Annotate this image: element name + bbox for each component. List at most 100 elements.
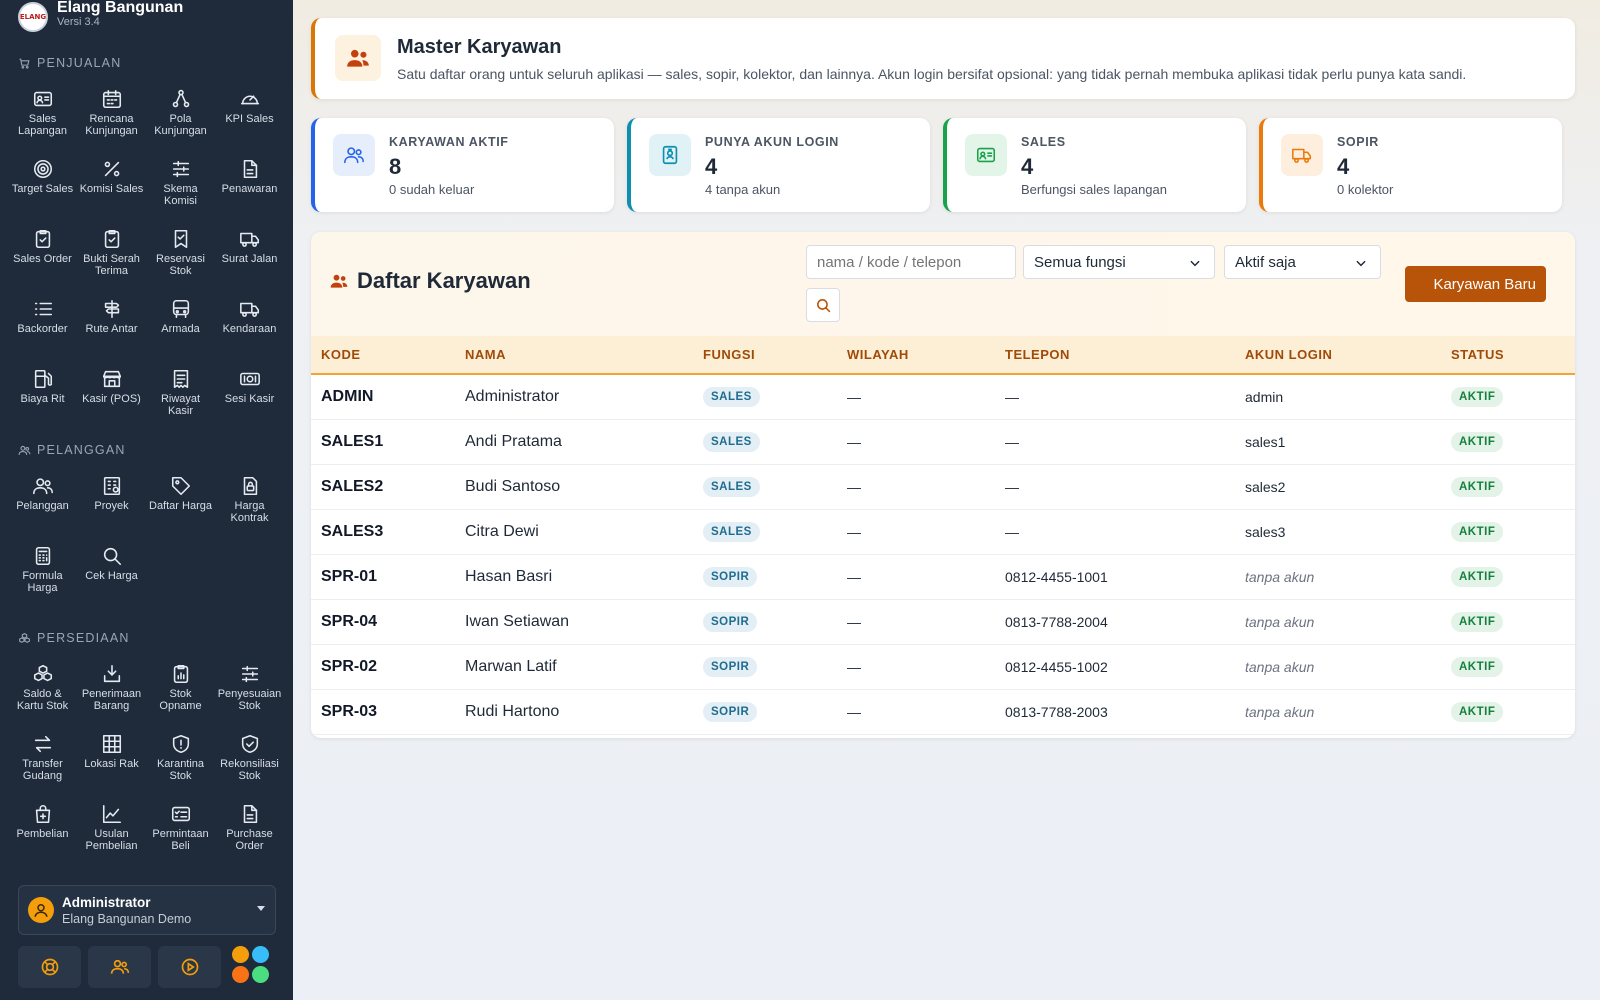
document-icon — [243, 159, 257, 179]
status-badge: AKTIF — [1451, 431, 1504, 452]
theme-dot[interactable] — [252, 946, 269, 963]
column-header-nama[interactable]: NAMA — [455, 336, 693, 374]
sidebar-item-komisi-sales[interactable]: Komisi Sales — [77, 152, 146, 222]
sidebar-item-saldo-kartu-stok[interactable]: Saldo & Kartu Stok — [8, 657, 77, 727]
sidebar-item-daftar-harga[interactable]: Daftar Harga — [146, 469, 215, 539]
sidebar-item-armada[interactable]: Armada — [146, 292, 215, 362]
sidebar-item-cek-harga[interactable]: Cek Harga — [77, 539, 146, 609]
sidebar-item-biaya-rit[interactable]: Biaya Rit — [8, 362, 77, 432]
sidebar-item-pola-kunjungan[interactable]: Pola Kunjungan — [146, 82, 215, 152]
cell-akun-login: sales1 — [1235, 419, 1441, 464]
sidebar-item-sales-lapangan[interactable]: Sales Lapangan — [8, 82, 77, 152]
sidebar-item-proyek[interactable]: Proyek — [77, 469, 146, 539]
sidebar-item-transfer-gudang[interactable]: Transfer Gudang — [8, 727, 77, 797]
tag-icon — [171, 476, 190, 496]
sidebar-item-reservasi-stok[interactable]: Reservasi Stok — [146, 222, 215, 292]
chevron-down-icon — [1190, 260, 1200, 267]
sidebar-item-label: Sales Order — [13, 253, 72, 265]
sidebar-item-harga-kontrak[interactable]: Harga Kontrak — [215, 469, 284, 539]
theme-dot[interactable] — [232, 966, 249, 983]
table-row[interactable]: SALES2 Budi Santoso SALES — — sales2 AKTIF — [311, 464, 1575, 509]
target-icon — [33, 159, 52, 179]
stat-card-sales: SALES 4 Berfungsi sales lapangan — [943, 118, 1246, 212]
sidebar-item-riwayat-kasir[interactable]: Riwayat Kasir — [146, 362, 215, 432]
users-icon — [32, 478, 53, 495]
sidebar-item-bukti-serah-terima[interactable]: Bukti Serah Terima — [77, 222, 146, 292]
column-header-fungsi[interactable]: FUNGSI — [693, 336, 837, 374]
table-row[interactable]: SALES3 Citra Dewi SALES — — sales3 AKTIF — [311, 509, 1575, 554]
filter-fungsi-select[interactable]: Semua fungsi — [1023, 245, 1215, 279]
sidebar-item-penawaran[interactable]: Penawaran — [215, 152, 284, 222]
sidebar-item-usulan-pembelian[interactable]: Usulan Pembelian — [77, 797, 146, 867]
sidebar-item-skema-komisi[interactable]: Skema Komisi — [146, 152, 215, 222]
theme-picker[interactable] — [230, 946, 274, 988]
list-icon — [34, 302, 52, 316]
cell-fungsi: SALES — [693, 509, 837, 554]
building-icon — [103, 476, 120, 496]
cell-kode: SALES1 — [321, 432, 384, 450]
table-row[interactable]: SPR-02 Marwan Latif SOPIR — 0812-4455-1002 ta… — [311, 644, 1575, 689]
search-button[interactable] — [806, 288, 840, 322]
sidebar-item-rekonsiliasi-stok[interactable]: Rekonsiliasi Stok — [215, 727, 284, 797]
sidebar-item-pembelian[interactable]: Pembelian — [8, 797, 77, 867]
status-badge: AKTIF — [1451, 701, 1504, 722]
sidebar-item-purchase-order[interactable]: Purchase Order — [215, 797, 284, 867]
fuel-icon — [34, 369, 52, 389]
sidebar-item-penyesuaian-stok[interactable]: Penyesuaian Stok — [215, 657, 284, 727]
filter-status-select[interactable]: Aktif saja — [1224, 245, 1381, 279]
sidebar-item-permintaan-beli[interactable]: Permintaan Beli — [146, 797, 215, 867]
sidebar-item-surat-jalan[interactable]: Surat Jalan — [215, 222, 284, 292]
table-row[interactable]: SPR-01 Hasan Basri SOPIR — 0812-4455-1001 tan… — [311, 554, 1575, 599]
column-header-telepon[interactable]: TELEPON — [995, 336, 1235, 374]
akun-login-value: sales1 — [1245, 433, 1286, 450]
sidebar-item-pelanggan[interactable]: Pelanggan — [8, 469, 77, 539]
sidebar-item-kpi-sales[interactable]: KPI Sales — [215, 82, 284, 152]
help-button[interactable] — [18, 946, 81, 988]
table-row[interactable]: SPR-03 Rudi Hartono SOPIR — 0813-7788-2003 ta… — [311, 689, 1575, 734]
sidebar-item-backorder[interactable]: Backorder — [8, 292, 77, 362]
fungsi-badge: SALES — [703, 431, 760, 452]
stat-subtext: 0 kolektor — [1337, 182, 1394, 197]
column-header-kode[interactable]: KODE — [311, 336, 455, 374]
column-header-akun-login[interactable]: AKUN LOGIN — [1235, 336, 1441, 374]
sidebar-item-stok-opname[interactable]: Stok Opname — [146, 657, 215, 727]
tour-button[interactable] — [158, 946, 221, 988]
cell-kode: SPR-04 — [321, 612, 378, 630]
sidebar-item-penerimaan-barang[interactable]: Penerimaan Barang — [77, 657, 146, 727]
cell-wilayah: — — [847, 433, 861, 450]
sidebar-item-kasir-pos[interactable]: Kasir (POS) — [77, 362, 146, 432]
status-badge: AKTIF — [1451, 656, 1504, 677]
users-icon — [18, 445, 31, 455]
theme-dot[interactable] — [232, 946, 249, 963]
page-title: Master Karyawan — [397, 36, 562, 58]
column-header-wilayah[interactable]: WILAYAH — [837, 336, 995, 374]
sidebar-item-label: KPI Sales — [225, 113, 274, 125]
sidebar-item-formula-harga[interactable]: Formula Harga — [8, 539, 77, 609]
sidebar-item-label: Kendaraan — [222, 323, 277, 335]
badge-icon — [662, 145, 678, 165]
new-employee-button[interactable]: Karyawan Baru — [1405, 266, 1546, 302]
cell-telepon: — — [1005, 478, 1019, 495]
sidebar-item-label: Karantina Stok — [156, 758, 205, 782]
sidebar-item-lokasi-rak[interactable]: Lokasi Rak — [77, 727, 146, 797]
theme-dot[interactable] — [252, 966, 269, 983]
sidebar-item-sales-order[interactable]: Sales Order — [8, 222, 77, 292]
sidebar-item-kendaraan[interactable]: Kendaraan — [215, 292, 284, 362]
table-row[interactable]: SALES1 Andi Pratama SALES — — sales1 AKTIF — [311, 419, 1575, 464]
sidebar-item-target-sales[interactable]: Target Sales — [8, 152, 77, 222]
user-menu[interactable]: Administrator Elang Bangunan Demo — [18, 885, 276, 935]
sidebar-item-sesi-kasir[interactable]: Sesi Kasir — [215, 362, 284, 432]
sidebar: ELANG Elang Bangunan Versi 3.4 PENJUALAN… — [0, 0, 293, 1000]
sidebar-item-rute-antar[interactable]: Rute Antar — [77, 292, 146, 362]
sidebar-item-rencana-kunjungan[interactable]: Rencana Kunjungan — [77, 82, 146, 152]
switch-user-button[interactable] — [88, 946, 151, 988]
sidebar-item-label: Skema Komisi — [163, 183, 198, 207]
column-header-status[interactable]: STATUS — [1441, 336, 1575, 374]
search-input[interactable] — [806, 245, 1016, 279]
users-icon — [335, 35, 381, 81]
cart-icon — [19, 58, 30, 69]
brand[interactable]: ELANG Elang Bangunan Versi 3.4 — [18, 0, 183, 34]
table-row[interactable]: ADMIN Administrator SALES — — admin AKTIF — [311, 374, 1575, 419]
sidebar-item-karantina-stok[interactable]: Karantina Stok — [146, 727, 215, 797]
table-row[interactable]: SPR-04 Iwan Setiawan SOPIR — 0813-7788-2004 t… — [311, 599, 1575, 644]
